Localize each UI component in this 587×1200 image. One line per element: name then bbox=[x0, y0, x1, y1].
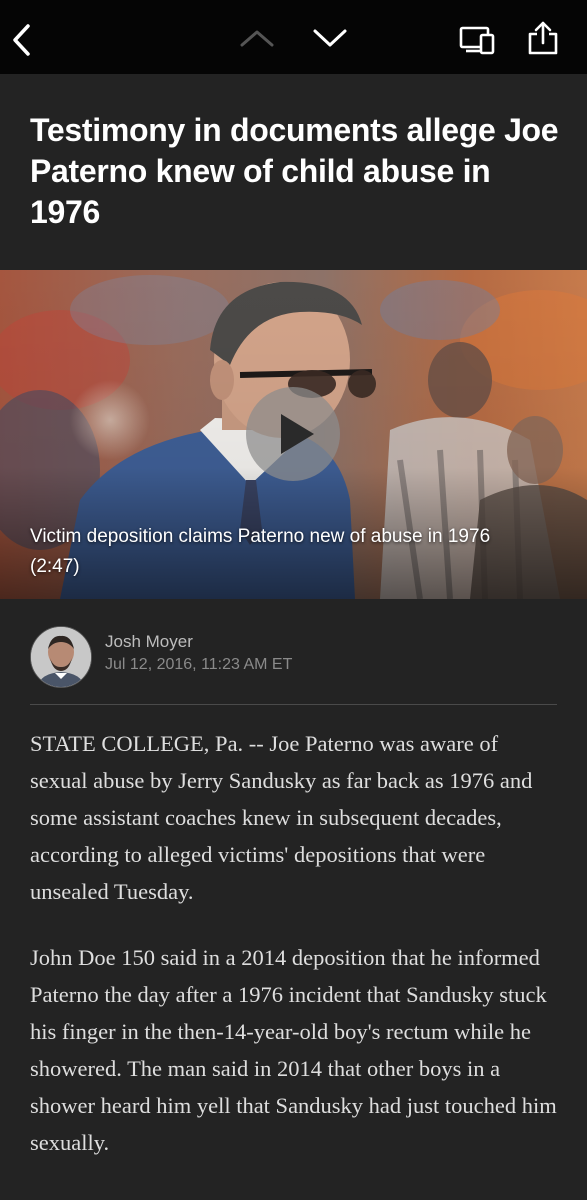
paragraph: John Doe 150 said in a 2014 deposition t… bbox=[30, 945, 557, 1155]
chevron-up-icon[interactable] bbox=[238, 26, 276, 50]
top-toolbar bbox=[0, 0, 587, 74]
article-body: STATE COLLEGE, Pa. -- Joe Paterno was aw… bbox=[30, 725, 560, 1190]
article-header: Testimony in documents allege Joe Patern… bbox=[0, 74, 587, 270]
devices-icon[interactable] bbox=[458, 24, 496, 56]
publish-date: Jul 12, 2016, 11:23 AM ET bbox=[105, 656, 293, 673]
author-avatar[interactable] bbox=[30, 626, 92, 688]
play-button[interactable] bbox=[246, 387, 340, 481]
chevron-down-icon[interactable] bbox=[311, 26, 349, 50]
divider bbox=[30, 704, 557, 705]
author-name[interactable]: Josh Moyer bbox=[105, 632, 193, 652]
paragraph: STATE COLLEGE, Pa. -- Joe Paterno was aw… bbox=[30, 731, 533, 904]
play-icon bbox=[281, 414, 314, 454]
share-icon[interactable] bbox=[526, 20, 560, 56]
video-caption: Victim deposition claims Paterno new of … bbox=[30, 526, 491, 577]
chevron-left-icon[interactable] bbox=[8, 22, 36, 58]
article-headline: Testimony in documents allege Joe Patern… bbox=[30, 112, 559, 230]
byline: Josh Moyer Jul 12, 2016, 11:23 AM ET bbox=[0, 599, 587, 705]
